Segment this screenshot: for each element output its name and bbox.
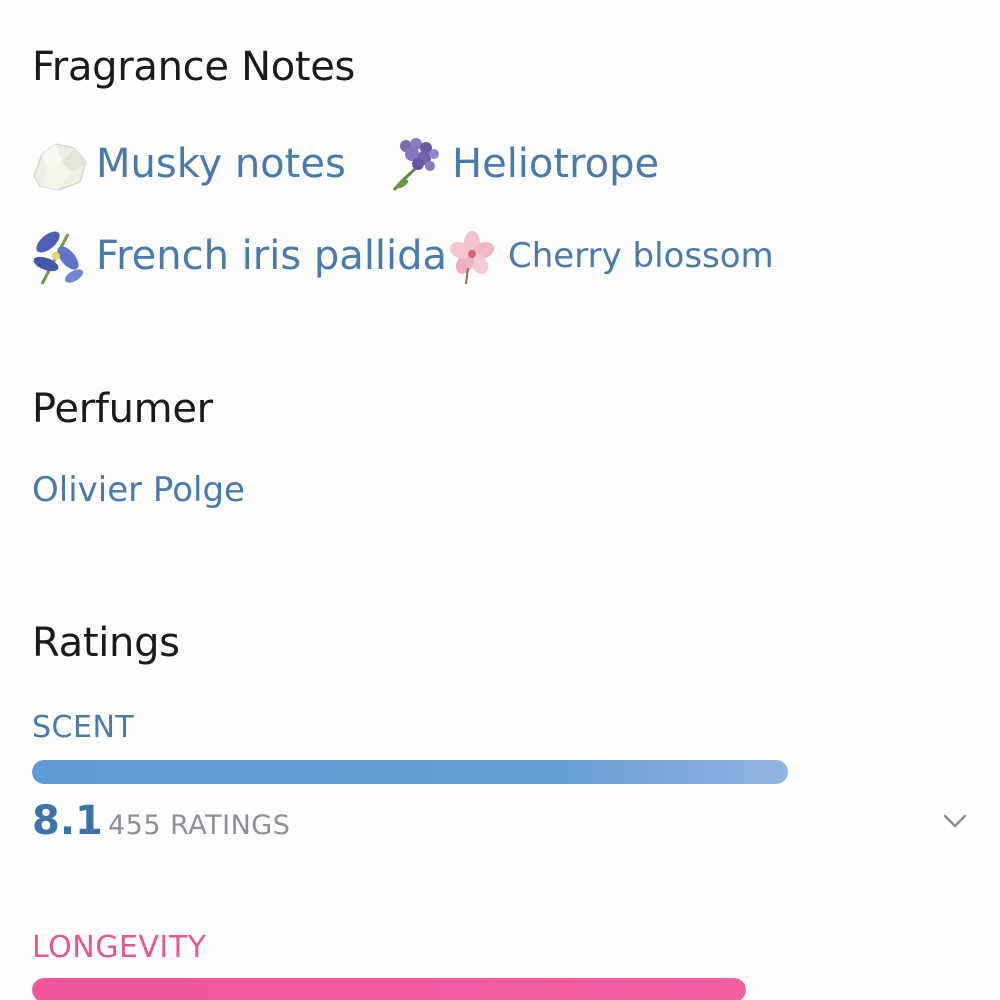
chevron-down-icon[interactable] bbox=[940, 806, 970, 836]
longevity-rating-bar bbox=[32, 978, 746, 1000]
scent-score: 8.1 bbox=[32, 798, 103, 844]
note-cherry-blossom[interactable]: Cherry blossom bbox=[440, 224, 774, 288]
note-label: French iris pallida bbox=[96, 233, 448, 279]
cherry-blossom-icon bbox=[440, 224, 504, 288]
scent-rating-bar bbox=[32, 760, 788, 784]
note-musky-notes[interactable]: Musky notes bbox=[28, 132, 346, 196]
ratings-heading: Ratings bbox=[32, 620, 180, 666]
scent-rating-bar-fill bbox=[32, 760, 788, 784]
perfumer-heading: Perfumer bbox=[32, 386, 213, 432]
scent-rating-count: 455 RATINGS bbox=[108, 810, 291, 841]
note-heliotrope[interactable]: Heliotrope bbox=[384, 132, 659, 196]
longevity-rating-bar-fill bbox=[32, 978, 746, 1000]
note-label: Heliotrope bbox=[452, 141, 660, 187]
scent-rating-label: SCENT bbox=[32, 710, 135, 745]
musk-crystal-icon bbox=[28, 132, 92, 196]
perfumer-link[interactable]: Olivier Polge bbox=[32, 470, 245, 510]
iris-flower-icon bbox=[28, 224, 92, 288]
note-label: Cherry blossom bbox=[508, 236, 774, 276]
fragrance-detail-page: Fragrance Notes Musky notes Heliotrope F… bbox=[0, 0, 1000, 1000]
fragrance-notes-heading: Fragrance Notes bbox=[32, 44, 356, 90]
note-french-iris-pallida[interactable]: French iris pallida bbox=[28, 224, 447, 288]
longevity-rating-label: LONGEVITY bbox=[32, 930, 207, 965]
heliotrope-flower-icon bbox=[384, 132, 448, 196]
note-label: Musky notes bbox=[96, 141, 346, 187]
